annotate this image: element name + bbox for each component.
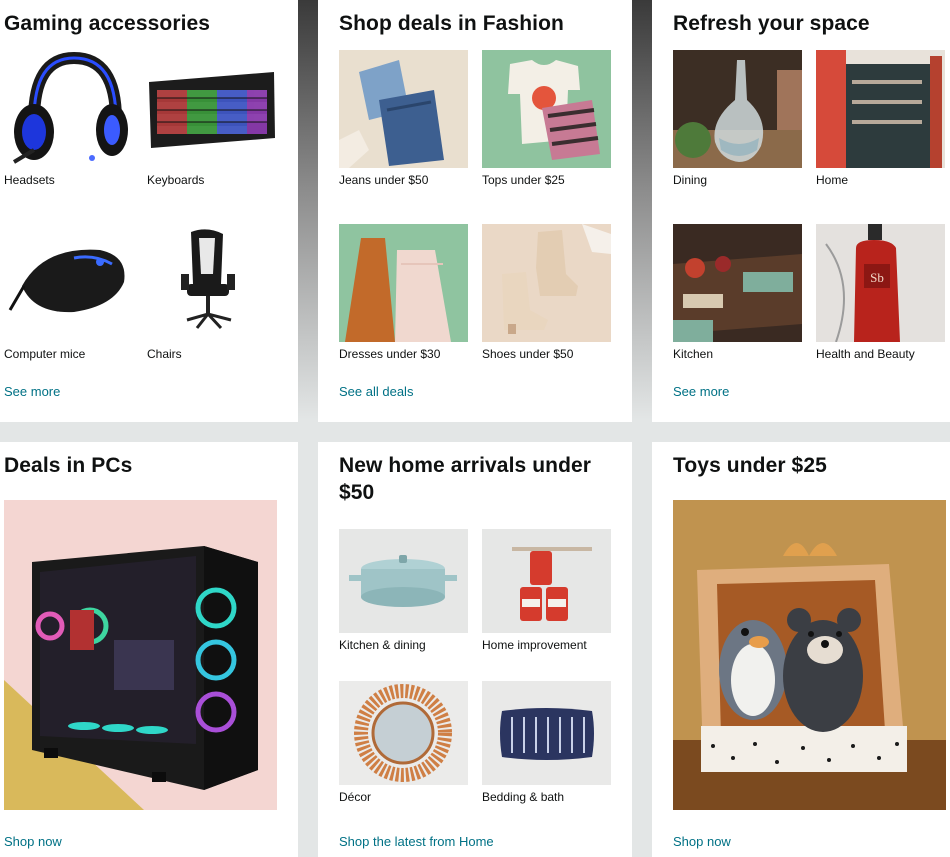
tile-home-improvement[interactable]: Home improvement	[482, 529, 611, 653]
svg-text:Sb: Sb	[870, 270, 884, 285]
tile-kitchen-dining[interactable]: Kitchen & dining	[339, 529, 468, 653]
card-deals-pcs: Deals in PCs Shop now	[0, 442, 298, 857]
tile-dining[interactable]: Dining	[673, 50, 802, 188]
dining-image	[673, 50, 802, 168]
toys-image[interactable]	[673, 500, 946, 810]
shoes-image	[482, 224, 611, 342]
tile-home[interactable]: Home	[816, 50, 945, 188]
tile-headsets[interactable]: Headsets	[4, 50, 133, 188]
tile-caption: Bedding & bath	[482, 790, 565, 804]
mouse-image	[4, 224, 133, 342]
beauty-image: Sb	[816, 224, 945, 342]
tile-decor[interactable]: Décor	[339, 681, 468, 805]
tile-caption: Kitchen	[673, 347, 714, 361]
card-refresh-space: Refresh your space Dining Home Kitchen S…	[652, 0, 950, 422]
see-all-deals-link[interactable]: See all deals	[339, 384, 413, 399]
tile-caption: Décor	[339, 790, 372, 804]
card-title: Gaming accessories	[4, 12, 211, 35]
home-improvement-image	[482, 529, 611, 633]
card-title: Shop deals in Fashion	[339, 12, 564, 35]
tile-chairs[interactable]: Chairs	[147, 224, 276, 362]
shop-now-link[interactable]: Shop now	[673, 834, 731, 849]
shop-now-link[interactable]: Shop now	[4, 834, 62, 849]
jeans-image	[339, 50, 468, 168]
see-more-link[interactable]: See more	[4, 384, 60, 399]
kitchen-dining-image	[339, 529, 468, 633]
tile-caption: Tops under $25	[482, 173, 565, 187]
background-band	[632, 0, 652, 420]
card-toys: Toys under $25 Shop now	[652, 442, 950, 857]
home-image	[816, 50, 945, 168]
keyboard-image	[147, 50, 276, 168]
card-title: Deals in PCs	[4, 454, 133, 477]
tile-caption: Home improvement	[482, 638, 587, 652]
chair-image	[147, 224, 276, 342]
headset-image	[4, 50, 133, 168]
card-title: Refresh your space	[673, 12, 870, 35]
tile-caption: Headsets	[4, 173, 55, 187]
tile-jeans[interactable]: Jeans under $50	[339, 50, 468, 188]
tile-caption: Home	[816, 173, 849, 187]
card-home-arrivals: New home arrivals under $50 Kitchen & di…	[318, 442, 632, 857]
tile-shoes[interactable]: Shoes under $50	[482, 224, 611, 362]
dresses-image	[339, 224, 468, 342]
card-title: Toys under $25	[673, 454, 827, 477]
tile-caption: Kitchen & dining	[339, 638, 426, 652]
tile-tops[interactable]: Tops under $25	[482, 50, 611, 188]
tile-caption: Computer mice	[4, 347, 86, 361]
kitchen-image	[673, 224, 802, 342]
tile-caption: Jeans under $50	[339, 173, 429, 187]
decor-image	[339, 681, 468, 785]
tile-caption: Keyboards	[147, 173, 205, 187]
bedding-image	[482, 681, 611, 785]
tile-caption: Dresses under $30	[339, 347, 441, 361]
tile-caption: Chairs	[147, 347, 182, 361]
tile-kitchen[interactable]: Kitchen	[673, 224, 802, 362]
tile-caption: Dining	[673, 173, 708, 187]
tile-bedding-bath[interactable]: Bedding & bath	[482, 681, 611, 805]
card-title: New home arrivals under $50	[339, 454, 592, 504]
card-gaming-accessories: Gaming accessories Headsets Keyboards Co…	[0, 0, 298, 422]
shop-latest-home-link[interactable]: Shop the latest from Home	[339, 834, 494, 849]
tile-caption: Health and Beauty	[816, 347, 915, 361]
tile-computer-mice[interactable]: Computer mice	[4, 224, 133, 362]
tile-health-beauty[interactable]: Sb Health and Beauty	[816, 224, 945, 362]
tops-image	[482, 50, 611, 168]
pc-image[interactable]	[4, 500, 277, 810]
tile-caption: Shoes under $50	[482, 347, 574, 361]
tile-keyboards[interactable]: Keyboards	[147, 50, 276, 188]
background-band	[298, 0, 318, 420]
tile-dresses[interactable]: Dresses under $30	[339, 224, 468, 362]
see-more-link[interactable]: See more	[673, 384, 729, 399]
card-fashion-deals: Shop deals in Fashion Jeans under $50 To…	[318, 0, 632, 422]
